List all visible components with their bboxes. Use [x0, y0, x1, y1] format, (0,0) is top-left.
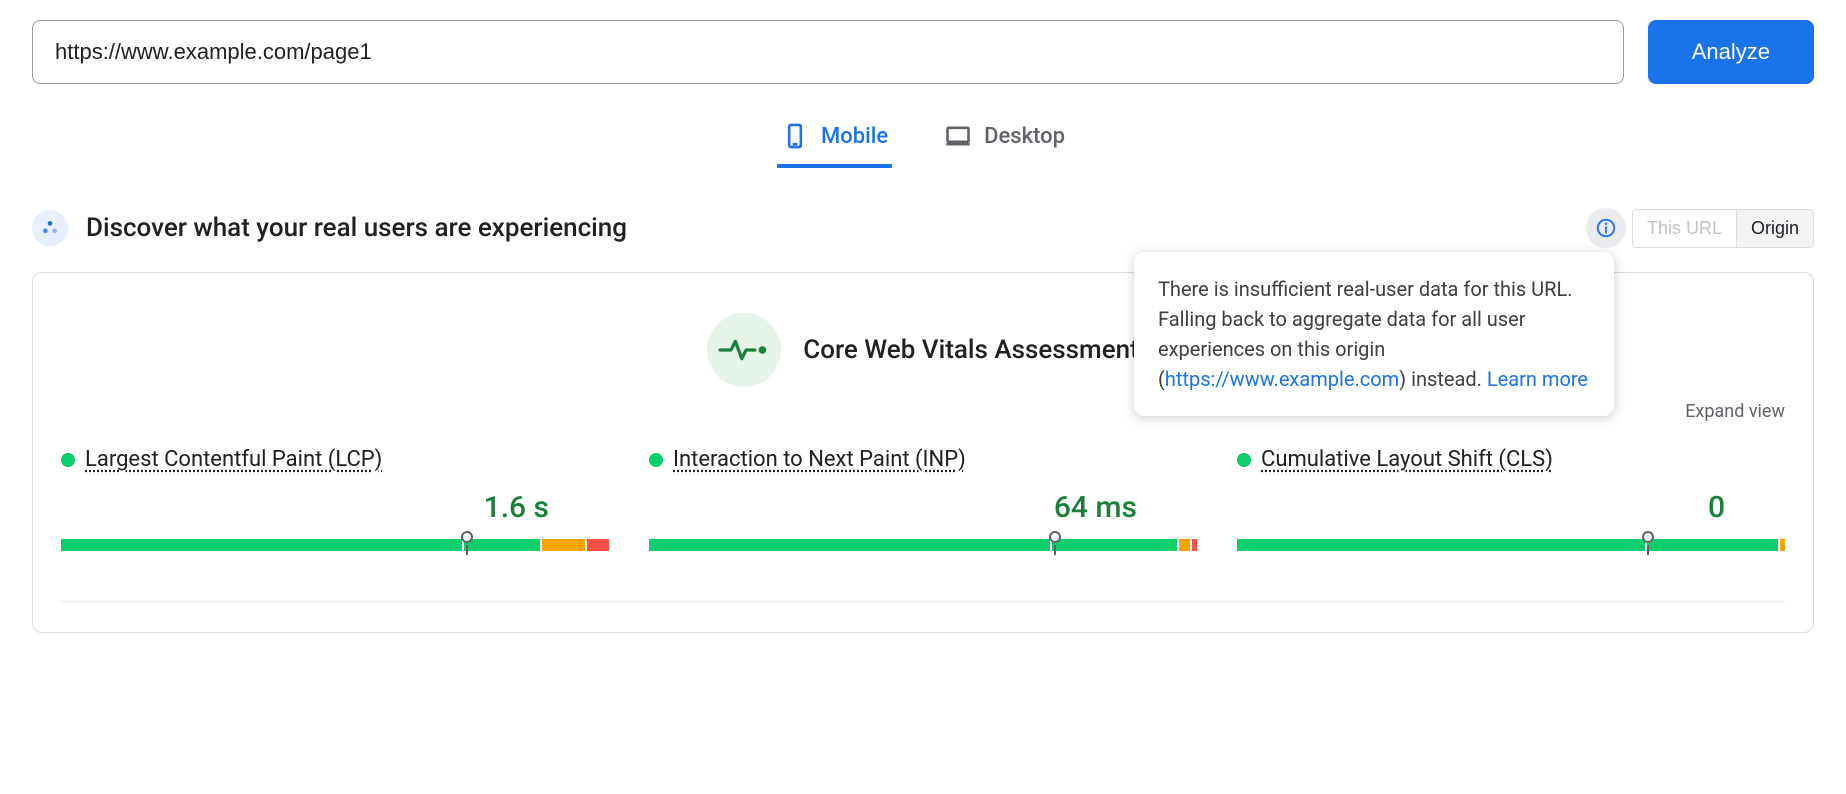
section-header: Discover what your real users are experi…: [32, 208, 1814, 248]
metric-cls-name[interactable]: Cumulative Layout Shift (CLS): [1261, 447, 1553, 472]
tab-desktop[interactable]: Desktop: [940, 112, 1069, 168]
tooltip-origin-link[interactable]: https://www.example.com: [1165, 367, 1399, 391]
scope-toggle-group: This URL Origin There is insufficient re…: [1586, 208, 1814, 248]
metric-lcp-name[interactable]: Largest Contentful Paint (LCP): [85, 447, 382, 472]
metric-lcp-value: 1.6 s: [61, 490, 609, 525]
metric-cls-value: 0: [1237, 490, 1785, 525]
desktop-icon: [944, 122, 972, 150]
pulse-icon: [707, 313, 781, 387]
info-tooltip: There is insufficient real-user data for…: [1134, 252, 1614, 416]
tooltip-text-2: ) instead.: [1399, 367, 1487, 391]
tab-mobile[interactable]: Mobile: [777, 112, 892, 168]
tab-desktop-label: Desktop: [984, 124, 1065, 149]
url-bar-row: Analyze: [32, 20, 1814, 84]
metric-inp-name[interactable]: Interaction to Next Paint (INP): [673, 447, 966, 472]
status-dot-good: [1237, 453, 1251, 467]
metric-cls-bar: [1237, 539, 1785, 551]
mobile-icon: [781, 122, 809, 150]
url-input[interactable]: [32, 20, 1624, 84]
metric-inp-bar: [649, 539, 1197, 551]
analyze-button[interactable]: Analyze: [1648, 20, 1814, 84]
metrics-row: Largest Contentful Paint (LCP) 1.6 s Int…: [61, 447, 1785, 551]
metric-lcp-bar: [61, 539, 609, 551]
metric-lcp: Largest Contentful Paint (LCP) 1.6 s: [61, 447, 609, 551]
tooltip-learn-more-link[interactable]: Learn more: [1487, 367, 1588, 391]
status-dot-good: [649, 453, 663, 467]
crux-icon: [32, 210, 68, 246]
metric-inp: Interaction to Next Paint (INP) 64 ms: [649, 447, 1197, 551]
expand-view-link[interactable]: Expand view: [1685, 401, 1785, 422]
metric-inp-value: 64 ms: [649, 490, 1197, 525]
info-button[interactable]: [1586, 208, 1626, 248]
assessment-text: Core Web Vitals Assessment: [803, 335, 1139, 365]
scope-this-url: This URL: [1633, 210, 1736, 247]
section-title: Discover what your real users are experi…: [86, 213, 627, 243]
divider: [61, 601, 1785, 602]
metric-cls: Cumulative Layout Shift (CLS) 0: [1237, 447, 1785, 551]
scope-origin[interactable]: Origin: [1736, 210, 1813, 247]
device-tabs: Mobile Desktop: [32, 112, 1814, 168]
status-dot-good: [61, 453, 75, 467]
tab-mobile-label: Mobile: [821, 124, 888, 149]
